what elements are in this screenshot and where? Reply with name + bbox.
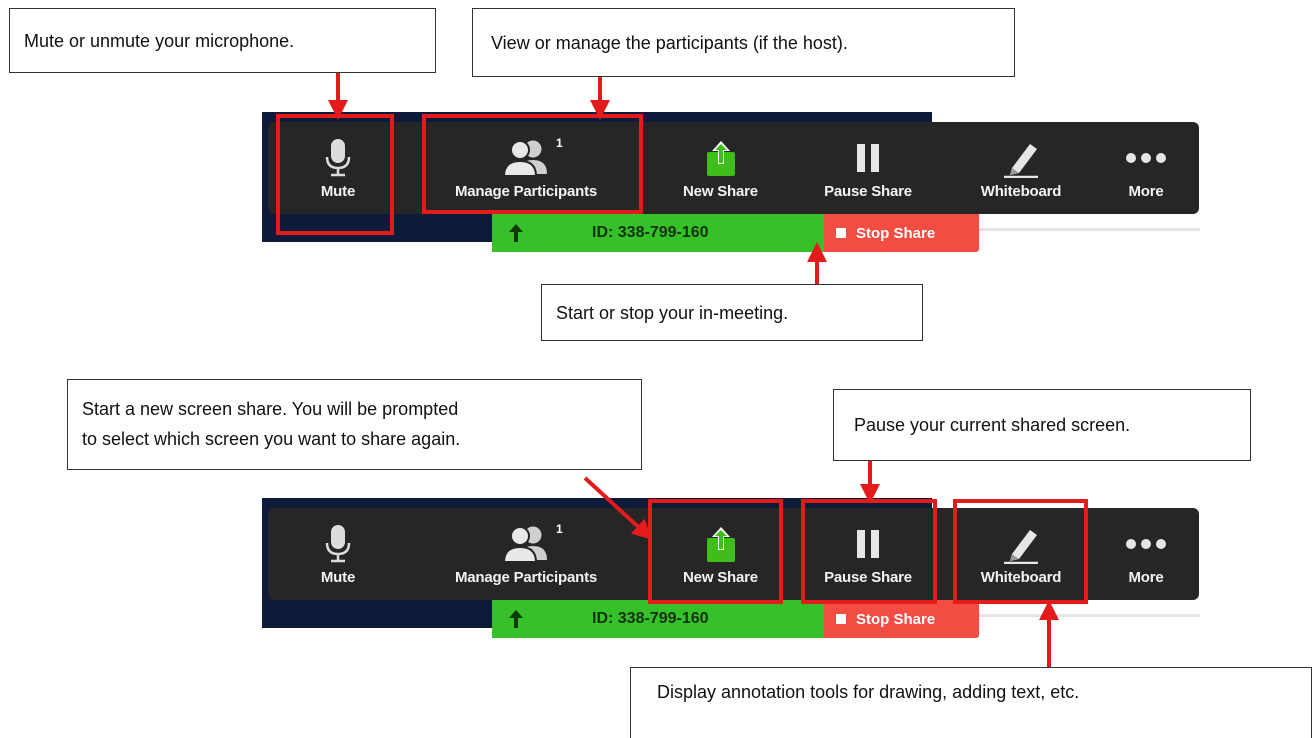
annotation-arrows — [328, 73, 1059, 667]
arrow-new-share — [583, 476, 653, 540]
